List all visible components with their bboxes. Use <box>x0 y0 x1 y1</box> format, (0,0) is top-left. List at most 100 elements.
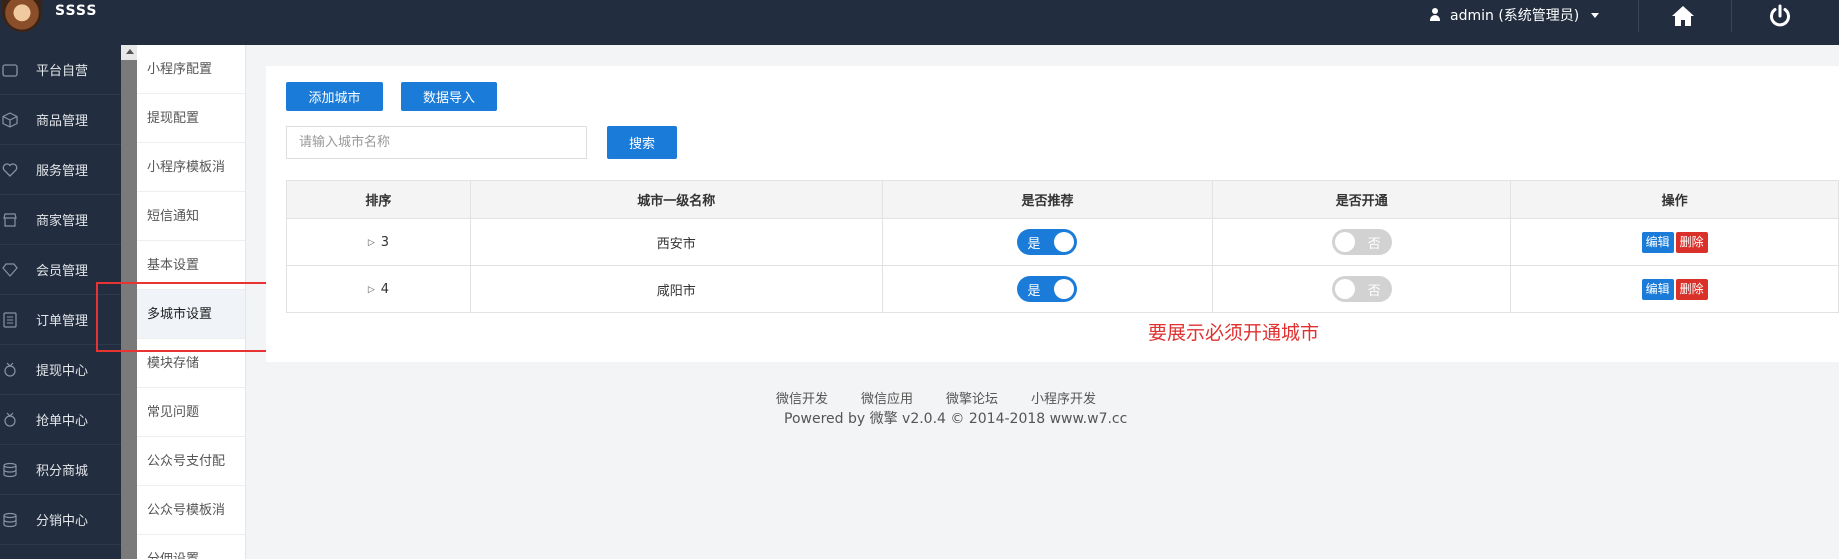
submenu-item[interactable]: 公众号支付配 <box>137 437 245 486</box>
footer-link-wechat-apps[interactable]: 微信应用 <box>861 388 913 407</box>
diamond-icon <box>0 260 20 280</box>
annotation-note: 要展示必须开通城市 <box>1148 322 1320 344</box>
sidebar-item-label: 平台自营 <box>36 64 89 79</box>
sidebar-item-label: 积分商城 <box>36 464 89 479</box>
sidebar-item-points-mall[interactable]: 积分商城 <box>0 445 121 495</box>
submenu-item[interactable]: 短信通知 <box>137 192 245 241</box>
top-bar: SSSS admin (系统管理员) <box>0 0 1839 45</box>
recommended-toggle[interactable]: 是 <box>1017 276 1078 302</box>
column-header-city-name: 城市一级名称 <box>469 180 883 219</box>
open-cell: 否 <box>1212 265 1512 313</box>
sidebar-item-withdraw[interactable]: 提现中心 <box>0 345 121 395</box>
sort-value: 3 <box>380 235 390 251</box>
sidebar-item-grab-orders[interactable]: 抢单中心 <box>0 395 121 445</box>
database-icon <box>0 460 20 480</box>
expand-triangle-icon[interactable]: ▷ <box>368 238 375 248</box>
recommended-toggle[interactable]: 是 <box>1017 229 1078 255</box>
footer-powered-by: Powered by 微擎 v2.0.4 © 2014-2018 www.w7.… <box>784 411 1128 427</box>
open-toggle[interactable]: 否 <box>1331 276 1392 302</box>
caret-down-icon <box>1591 12 1600 18</box>
sidebar-item-label: 分销中心 <box>36 514 89 529</box>
city-name: 西安市 <box>469 218 883 266</box>
table-row: ▷ 4 咸阳市 是 否 编辑 删除 <box>286 265 1839 313</box>
toggle-label: 是 <box>1027 284 1041 299</box>
sidebar-item-label: 会员管理 <box>36 264 89 279</box>
expand-triangle-icon[interactable]: ▷ <box>368 285 375 295</box>
avatar[interactable] <box>2 0 42 32</box>
scroll-up-icon[interactable] <box>126 49 134 54</box>
shop-icon <box>0 210 20 230</box>
open-toggle[interactable]: 否 <box>1331 229 1392 255</box>
list-icon <box>0 310 20 330</box>
heart-icon <box>0 160 20 180</box>
sidebar-item-label: 订单管理 <box>36 314 89 329</box>
footer-link-wechat-dev[interactable]: 微信开发 <box>776 388 828 407</box>
edit-button[interactable]: 编辑 <box>1641 278 1674 300</box>
search-button[interactable]: 搜索 <box>607 126 677 159</box>
actions-cell: 编辑 删除 <box>1510 265 1839 313</box>
store-icon <box>0 60 20 80</box>
logout-button[interactable] <box>1760 0 1800 32</box>
submenu-item[interactable]: 常见问题 <box>137 388 245 437</box>
toggle-knob <box>1054 279 1075 299</box>
submenu-item[interactable]: 提现配置 <box>137 94 245 143</box>
sort-cell: ▷ 4 <box>286 265 471 313</box>
sidebar-item-label: 商家管理 <box>36 214 89 229</box>
medal-icon <box>0 360 20 380</box>
edit-button[interactable]: 编辑 <box>1641 231 1674 253</box>
sidebar-item-label: 商品管理 <box>36 114 89 129</box>
toggle-label: 否 <box>1367 237 1381 252</box>
city-search-input[interactable] <box>286 126 587 159</box>
submenu-item[interactable]: 小程序模板消 <box>137 143 245 192</box>
toggle-knob <box>1334 279 1355 299</box>
sidebar-item-label: 服务管理 <box>36 164 89 179</box>
submenu-item[interactable]: 分佣设置 <box>137 535 245 559</box>
delete-button[interactable]: 删除 <box>1675 278 1708 300</box>
column-header-actions: 操作 <box>1510 180 1839 219</box>
sidebar-item-distribution[interactable]: 分销中心 <box>0 495 121 545</box>
home-icon <box>1672 6 1694 26</box>
footer-links: 微信开发 微信应用 微擎论坛 小程序开发 <box>776 388 1096 407</box>
column-header-recommended: 是否推荐 <box>881 180 1214 219</box>
toggle-knob <box>1334 232 1355 252</box>
sidebar-item-service[interactable]: 服务管理 <box>0 145 121 195</box>
site-name: SSSS <box>55 3 98 19</box>
sidebar-item-label: 提现中心 <box>36 364 89 379</box>
footer-link-forum[interactable]: 微擎论坛 <box>946 388 998 407</box>
box-icon <box>0 110 20 130</box>
sidebar-item-platform[interactable]: 平台自营 <box>0 45 121 95</box>
home-button[interactable] <box>1664 0 1702 32</box>
user-label: admin (系统管理员) <box>1450 8 1580 24</box>
database-icon <box>0 510 20 530</box>
medal-icon <box>0 410 20 430</box>
actions-cell: 编辑 删除 <box>1510 218 1839 266</box>
divider <box>1731 0 1732 32</box>
user-icon <box>1428 7 1442 23</box>
submenu-item[interactable]: 小程序配置 <box>137 45 245 94</box>
footer-link-miniprogram-dev[interactable]: 小程序开发 <box>1031 388 1096 407</box>
sidebar-item-goods[interactable]: 商品管理 <box>0 95 121 145</box>
delete-button[interactable]: 删除 <box>1675 231 1708 253</box>
add-city-button[interactable]: 添加城市 <box>286 82 383 111</box>
sort-cell: ▷ 3 <box>286 218 471 266</box>
sidebar-item-label: 抢单中心 <box>36 414 89 429</box>
city-table: 排序 城市一级名称 是否推荐 是否开通 操作 ▷ 3 西安市 是 否 编辑 删除… <box>286 180 1839 313</box>
toggle-knob <box>1054 232 1075 252</box>
recommended-cell: 是 <box>881 218 1214 266</box>
sidebar-item-merchant[interactable]: 商家管理 <box>0 195 121 245</box>
open-cell: 否 <box>1212 218 1512 266</box>
column-header-open: 是否开通 <box>1212 180 1512 219</box>
submenu-item[interactable]: 公众号模板消 <box>137 486 245 535</box>
toggle-label: 是 <box>1027 237 1041 252</box>
toggle-label: 否 <box>1367 284 1381 299</box>
sort-value: 4 <box>380 282 390 298</box>
city-name: 咸阳市 <box>469 265 883 313</box>
column-header-sort: 排序 <box>286 180 471 219</box>
import-data-button[interactable]: 数据导入 <box>401 82 497 111</box>
table-header-row: 排序 城市一级名称 是否推荐 是否开通 操作 <box>286 180 1839 219</box>
user-menu[interactable]: admin (系统管理员) <box>1428 5 1600 25</box>
divider <box>1638 0 1639 32</box>
table-row: ▷ 3 西安市 是 否 编辑 删除 <box>286 218 1839 266</box>
recommended-cell: 是 <box>881 265 1214 313</box>
power-icon <box>1770 4 1790 27</box>
